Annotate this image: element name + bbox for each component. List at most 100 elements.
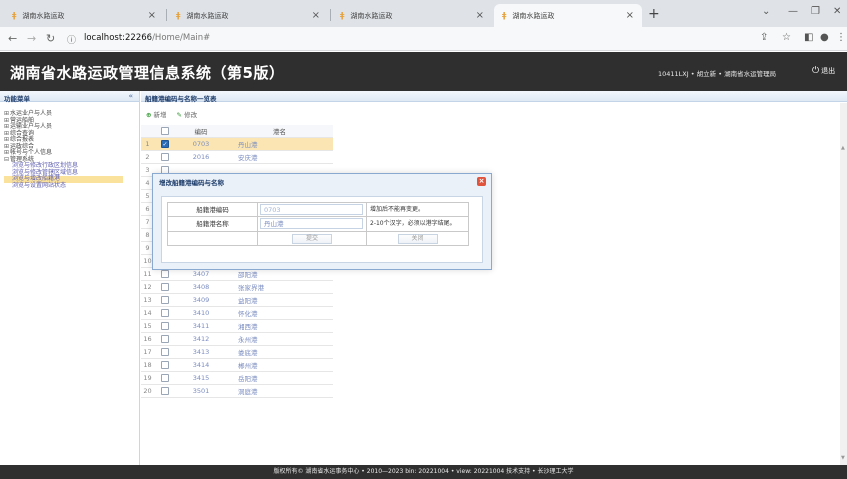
window-close-icon[interactable]: ✕ (833, 6, 841, 17)
row-checkbox[interactable] (154, 153, 176, 161)
row-checkbox[interactable]: ✓ (154, 140, 176, 148)
minimize-icon[interactable]: — (788, 6, 798, 17)
reload-icon[interactable]: ↻ (46, 32, 55, 45)
sidebar-header: 功能菜单 « (0, 91, 139, 103)
row-checkbox[interactable] (154, 387, 176, 395)
table-row[interactable]: 19 3415 岳阳港 (141, 372, 333, 385)
select-all-checkbox[interactable] (154, 127, 176, 135)
browser-tab-2[interactable]: ǂ 湖南水路运政 × (168, 4, 328, 27)
cell-code: 3408 (192, 283, 210, 291)
scroll-up-icon[interactable]: ▲ (841, 145, 845, 151)
field-cell-name: 丹山港 (258, 217, 367, 231)
collapse-icon[interactable]: « (128, 92, 133, 100)
cell-name: 湘西港 (238, 323, 258, 331)
browser-tab-4[interactable]: ǂ 湖南水路运政 × (494, 4, 642, 27)
row-checkbox[interactable] (154, 361, 176, 369)
dialog-title: 增改船籍港编码与名称 (159, 179, 224, 187)
row-checkbox[interactable] (154, 283, 176, 291)
tab-close-icon[interactable]: × (148, 10, 156, 21)
table-row[interactable]: 12 3408 张家界港 (141, 281, 333, 294)
tab-close-icon[interactable]: × (312, 10, 320, 21)
url-path: /Home/Main# (152, 33, 211, 43)
restore-icon[interactable]: ❐ (811, 6, 820, 17)
table-row[interactable]: 1 ✓ 0703 丹山港 (141, 138, 333, 151)
column-header-name[interactable]: 港名 (226, 126, 333, 136)
cell-name: 邵阳港 (238, 271, 258, 279)
footer: 版权所有© 湖南省水运事务中心 • 2010—2023 bin: 2022100… (0, 465, 847, 479)
table-row[interactable]: 2 2016 安庆港 (141, 151, 333, 164)
profile-icon[interactable]: ● (820, 32, 829, 43)
table-row[interactable]: 14 3410 怀化港 (141, 307, 333, 320)
add-label: 新增 (153, 111, 167, 119)
sidepanel-icon[interactable]: ◧ (804, 32, 813, 43)
edit-button[interactable]: ✎ 修改 (177, 109, 198, 119)
row-checkbox[interactable] (154, 296, 176, 304)
app-title: 湖南省水路运政管理信息系统（第5版） (10, 64, 285, 82)
row-checkbox[interactable] (154, 322, 176, 330)
back-icon[interactable]: ← (8, 32, 17, 45)
cell-name: 洞庭港 (238, 388, 258, 396)
more-menu-icon[interactable]: ⋮ (836, 32, 846, 43)
cell-name: 安庆港 (238, 154, 258, 162)
row-checkbox[interactable] (154, 374, 176, 382)
browser-tab-bar: ǂ 湖南水路运政 × ǂ 湖南水路运政 × ǂ 湖南水路运政 × ǂ 湖南水路运… (0, 0, 847, 27)
power-icon: ⏻ (812, 66, 820, 76)
tab-separator (166, 9, 167, 21)
table-row[interactable]: 20 3501 洞庭港 (141, 385, 333, 398)
main-panel: 船籍港编码与名称一览表 ⊕ 新增 ✎ 修改 编码 港名 1 ✓ 0703 丹山港 2 20… (141, 91, 847, 465)
port-name-input[interactable]: 丹山港 (260, 218, 363, 229)
row-checkbox[interactable] (154, 309, 176, 317)
table-row[interactable]: 16 3412 永州港 (141, 333, 333, 346)
row-number: 14 (143, 309, 152, 317)
bookmark-star-icon[interactable]: ☆ (782, 32, 791, 43)
tab-close-icon[interactable]: × (476, 10, 484, 21)
row-number: 15 (143, 322, 152, 330)
cell-name: 益阳港 (238, 297, 258, 305)
site-info-icon[interactable]: ⓘ (67, 33, 76, 46)
plus-icon: ⊕ (146, 111, 152, 119)
row-number: 2 (145, 153, 150, 161)
logout-label: 退出 (821, 67, 836, 75)
tab-close-icon[interactable]: × (626, 10, 634, 21)
row-number: 20 (143, 387, 152, 395)
browser-tab-3[interactable]: ǂ 湖南水路运政 × (332, 4, 492, 27)
close-icon[interactable]: × (477, 177, 486, 186)
cell-name: 娄底港 (238, 349, 258, 357)
user-info: 10411LXJ • 胡立新 • 湖南省水运管理局 (658, 70, 777, 78)
sidebar-item-label: 浏览与设置网站状态 (12, 181, 67, 189)
browser-tab-1[interactable]: ǂ 湖南水路运政 × (4, 4, 164, 27)
grid-toolbar: ⊕ 新增 ✎ 修改 (146, 109, 197, 119)
edit-port-dialog: 增改船籍港编码与名称 × 船籍港编码 0703 增加后不能再变更。 船籍港名称 … (152, 173, 492, 270)
url-field[interactable]: localhost:22266/Home/Main# (84, 33, 210, 43)
tab-label: 湖南水路运政 (186, 11, 229, 20)
row-checkbox[interactable] (154, 335, 176, 343)
cell-code: 0703 (192, 140, 210, 148)
share-icon[interactable]: ⇪ (760, 32, 768, 43)
table-row[interactable]: 17 3413 娄底港 (141, 346, 333, 359)
table-row[interactable]: 18 3414 郴州港 (141, 359, 333, 372)
dialog-form: 船籍港编码 0703 增加后不能再变更。 船籍港名称 丹山港 2-10个汉字，必… (167, 202, 469, 246)
column-header-code[interactable]: 编码 (176, 126, 226, 136)
tab-separator (330, 9, 331, 21)
cell-code: 3501 (192, 387, 210, 395)
table-row[interactable]: 15 3411 湘西港 (141, 320, 333, 333)
table-row[interactable]: 13 3409 益阳港 (141, 294, 333, 307)
scroll-down-icon[interactable]: ▼ (841, 455, 845, 461)
row-checkbox[interactable] (154, 348, 176, 356)
row-checkbox[interactable] (154, 270, 176, 278)
submit-button[interactable]: 提交 (292, 233, 332, 244)
cell-code: 3407 (192, 270, 210, 278)
address-bar: ← → ↻ ⓘ localhost:22266/Home/Main# ⇪ ☆ ◧… (0, 27, 847, 51)
chevron-down-icon[interactable]: ⌄ (762, 6, 770, 17)
add-button[interactable]: ⊕ 新增 (146, 109, 167, 119)
sidebar-menu: ⊞水运业户与人员 ⊞营运船舶 ⊞运输业户与人员 ⊞综合查询 ⊞综合报表 ⊞运政综合 ⊞帐号与… (0, 102, 139, 189)
new-tab-icon[interactable]: + (648, 6, 660, 22)
sidebar-item[interactable]: 浏览与设置网站状态 (4, 181, 135, 190)
logout-button[interactable]: ⏻ 退出 (812, 66, 835, 76)
forward-icon[interactable]: → (27, 32, 36, 45)
submit-cell: 提交 (258, 232, 367, 245)
vertical-scrollbar[interactable]: ▲ ▼ (840, 103, 847, 465)
cell-name: 永州港 (238, 336, 258, 344)
close-button[interactable]: 关闭 (397, 233, 438, 244)
dialog-title-bar: 增改船籍港编码与名称 × (153, 174, 491, 188)
